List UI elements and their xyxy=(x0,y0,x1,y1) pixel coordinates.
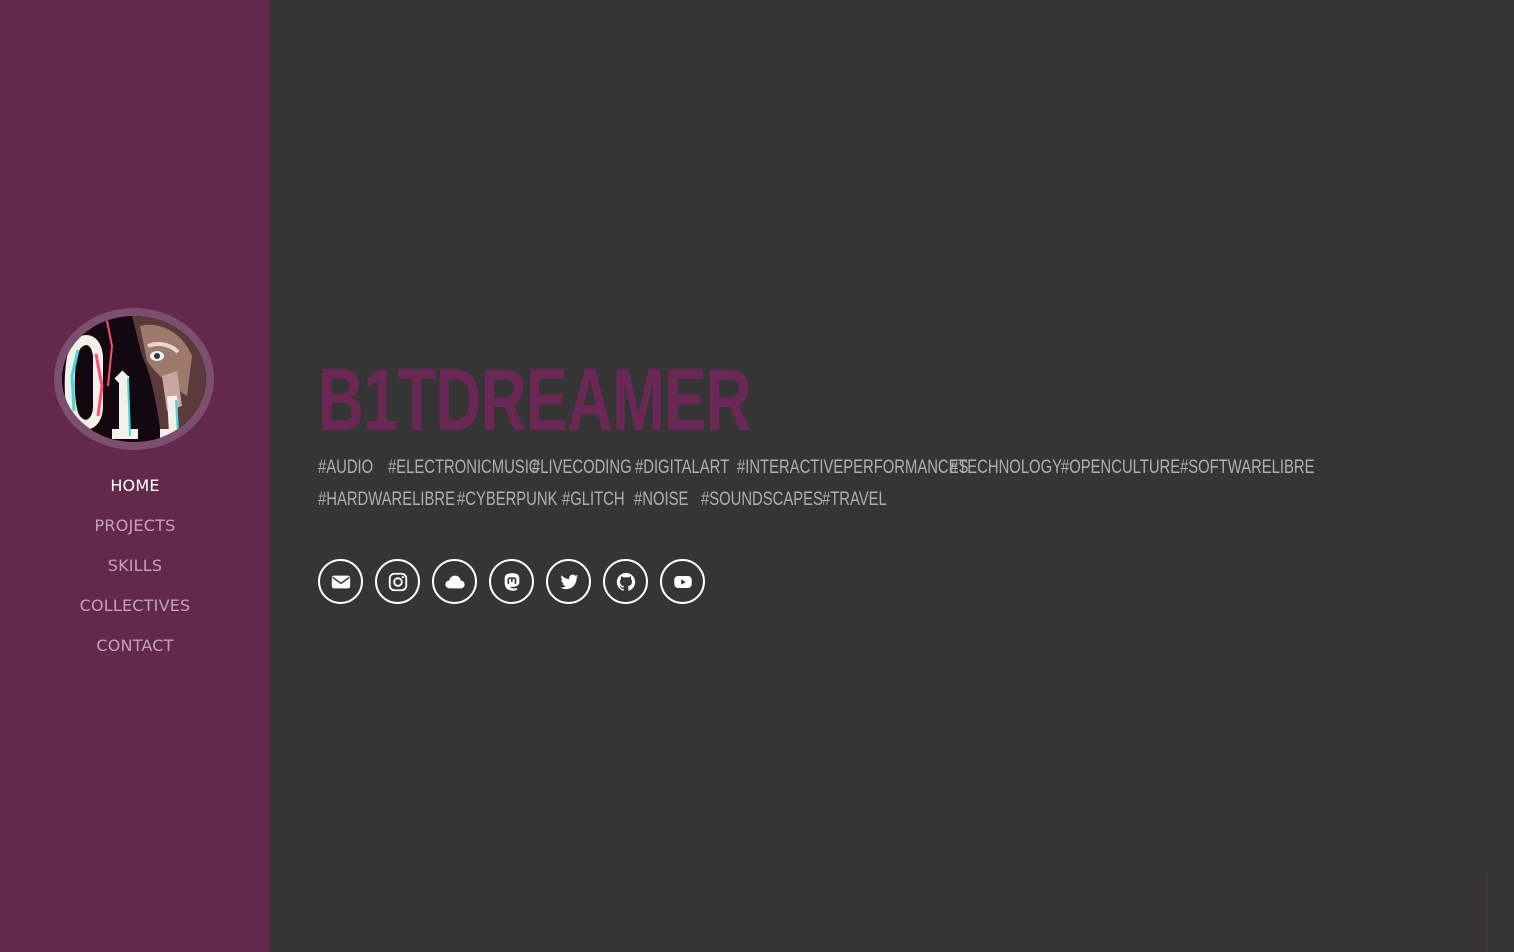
nav-item-projects[interactable]: PROJECTS xyxy=(0,510,270,550)
mastodon-link[interactable] xyxy=(489,559,534,604)
avatar-ring xyxy=(54,308,214,450)
tag: #NOISE xyxy=(634,489,689,510)
tag-row-1: #AUDIO #ELECTRONICMUSIC#LIVECODING #DIGITA… xyxy=(318,452,1418,484)
tag: #OPENCULTURE xyxy=(1061,457,1181,478)
main-nav: HOME PROJECTS SKILLS COLLECTIVES CONTACT xyxy=(0,470,270,670)
tag: #GLITCH xyxy=(562,489,625,510)
email-link[interactable] xyxy=(318,559,363,604)
tag: #DIGITALART xyxy=(635,457,730,478)
tag: #SOFTWARELIBRE xyxy=(1180,457,1315,478)
nav-item-home[interactable]: HOME xyxy=(0,470,270,510)
main-content: B1TDREAMER #AUDIO #ELECTRONICMUSIC#LIVECO… xyxy=(318,350,1468,516)
nav-item-collectives[interactable]: COLLECTIVES xyxy=(0,590,270,630)
twitter-link[interactable] xyxy=(546,559,591,604)
cloud-icon xyxy=(444,575,465,588)
tag: #ELECTRONICMUSIC xyxy=(388,457,540,478)
nav-item-contact[interactable]: CONTACT xyxy=(0,630,270,670)
mastodon-icon xyxy=(504,572,519,591)
instagram-link[interactable] xyxy=(375,559,420,604)
twitter-icon xyxy=(559,574,578,589)
tag: #CYBERPUNK xyxy=(457,489,558,510)
site-title: B1TDREAMER xyxy=(318,350,752,449)
github-icon xyxy=(616,572,635,591)
github-link[interactable] xyxy=(603,559,648,604)
tag: #AUDIO xyxy=(318,457,374,478)
envelope-icon xyxy=(331,575,350,588)
social-links xyxy=(318,559,705,604)
tag: #HARDWARELIBRE xyxy=(318,489,455,510)
avatar-image xyxy=(62,316,206,442)
sidebar: HOME PROJECTS SKILLS COLLECTIVES CONTACT xyxy=(0,0,270,952)
tag-row-2: #HARDWARELIBRE #CYBERPUNK #GLITCH #NOISE #SO… xyxy=(318,484,1418,516)
tag-list: #AUDIO #ELECTRONICMUSIC#LIVECODING #DIGITA… xyxy=(318,452,1418,516)
tag: #TRAVEL xyxy=(822,489,887,510)
scroll-indicator xyxy=(1486,872,1487,952)
tag: #INTERACTIVEPERFORMANCES xyxy=(737,457,969,478)
tag: #SOUNDSCAPES xyxy=(701,489,823,510)
youtube-link[interactable] xyxy=(660,559,705,604)
instagram-icon xyxy=(388,572,407,591)
nav-item-skills[interactable]: SKILLS xyxy=(0,550,270,590)
youtube-icon xyxy=(673,575,692,588)
cloud-link[interactable] xyxy=(432,559,477,604)
avatar[interactable] xyxy=(62,316,206,442)
tag: #TECHNOLOGY xyxy=(950,457,1063,478)
tag: #LIVECODING xyxy=(532,457,632,478)
